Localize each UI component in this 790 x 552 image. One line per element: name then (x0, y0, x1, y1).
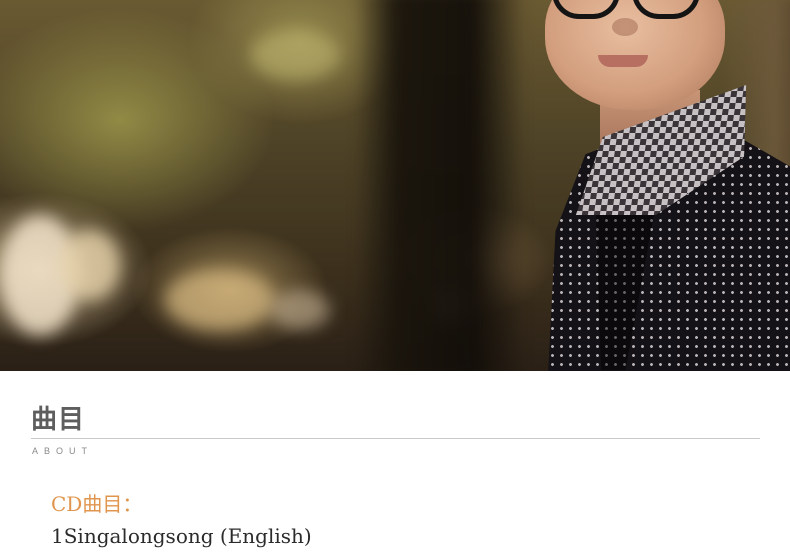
glasses (552, 0, 702, 19)
track-item: 1Singalongsong (English) (51, 524, 312, 548)
section-subtitle: ABOUT (32, 446, 94, 456)
bokeh-light (165, 270, 275, 330)
bokeh-light (250, 30, 340, 80)
section-divider (31, 438, 760, 439)
bokeh-light (60, 230, 120, 300)
tree-trunk (355, 0, 525, 371)
mouth (598, 55, 648, 67)
cd-tracklist-heading: CD曲目： (51, 492, 143, 516)
nose (612, 18, 638, 36)
section-title: 曲目 (31, 405, 86, 435)
hero-photo (0, 0, 790, 371)
bokeh-light (270, 290, 330, 330)
